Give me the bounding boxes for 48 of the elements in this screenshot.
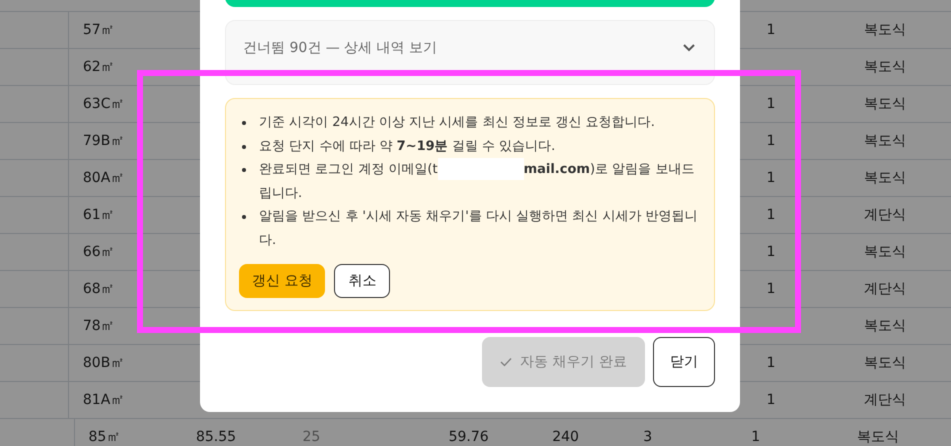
table-cell: 85㎡: [88, 428, 120, 446]
table-cell: 78㎡: [82, 317, 115, 335]
notice-button[interactable]: 갱신 요청: [239, 264, 326, 298]
close-button[interactable]: 닫기: [653, 337, 715, 387]
table-cell: 1: [766, 244, 776, 260]
table-cell: 1: [766, 281, 776, 297]
table-cell: 57㎡: [82, 21, 115, 39]
table-cell: 80B㎡: [82, 354, 124, 372]
table-cell: 3: [643, 429, 652, 445]
table-cell: 복도식: [864, 317, 906, 335]
table-cell: 1: [766, 207, 776, 223]
table-cell: 1: [766, 392, 776, 408]
table-cell: 1: [766, 170, 776, 186]
table-cell: 복도식: [864, 132, 906, 150]
table-cell: 81A㎡: [82, 391, 124, 409]
table-cell: 68㎡: [82, 280, 115, 298]
table-cell: 80A㎡: [82, 169, 124, 187]
notice-text: 요청 단지 수에 따라 약 7~19분 걸릴 수 있습니다.: [259, 138, 556, 156]
table-cell: 79B㎡: [82, 132, 124, 150]
table-cell: 63C㎡: [82, 95, 124, 113]
table-cell: 복도식: [864, 243, 906, 261]
table-cell: 계단식: [864, 280, 906, 298]
notice-button[interactable]: 취소: [334, 264, 390, 298]
table-cell: 25: [302, 429, 320, 445]
table-cell: 59.76: [448, 429, 489, 445]
notice-text: 알림을 받으신 후 '시세 자동 채우기'를 다시 실행하면 최신 시세가 반영됩니다.: [259, 208, 698, 250]
table-cell: 66㎡: [82, 243, 115, 261]
notice-text: 완료되면 로그인 계정 이메일(t mail.com)로 알림을 보내드립니다.: [259, 158, 701, 205]
check-icon: [500, 357, 512, 367]
table-cell: 1: [766, 22, 776, 38]
notice-text: 기준 시각이 24시간 이상 지난 시세를 최신 정보로 갱신 요청합니다.: [259, 114, 656, 132]
table-cell: 61㎡: [82, 206, 115, 224]
table-cell: 85.55: [196, 429, 236, 445]
table-cell: 복도식: [856, 428, 899, 446]
table-cell: 복도식: [864, 354, 906, 372]
table-cell: 1: [766, 133, 776, 149]
table-cell: 1: [766, 355, 776, 371]
table-cell: 240: [552, 429, 579, 445]
table-cell: 복도식: [864, 21, 906, 39]
table-cell: 복도식: [864, 58, 906, 76]
table-cell: 계단식: [864, 391, 906, 409]
table-cell: 복도식: [864, 95, 906, 113]
table-cell: 계단식: [864, 206, 906, 224]
skipped-details-toggle[interactable]: 건너뜀 90건 — 상세 내역 보기: [225, 20, 715, 85]
table-cell: 62㎡: [82, 58, 115, 76]
table-cell: 1: [766, 96, 776, 112]
table-cell: 1: [751, 429, 760, 445]
table-cell: 복도식: [864, 169, 906, 187]
